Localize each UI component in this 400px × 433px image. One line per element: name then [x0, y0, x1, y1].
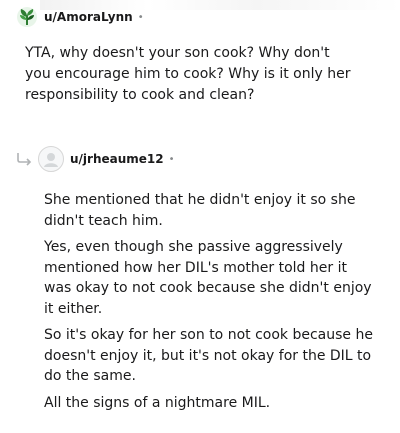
username[interactable]: u/AmoraLynn — [44, 10, 133, 24]
separator-dot: • — [168, 153, 175, 165]
reply-arrow-icon — [17, 153, 32, 166]
comment-body: YTA, why doesn't your son cook? Why don'… — [25, 45, 351, 103]
plant-avatar-icon[interactable] — [16, 6, 38, 28]
comment-body: She mentioned that he didn't enjoy it so… — [44, 190, 374, 413]
separator-dot: • — [137, 11, 144, 23]
comment-paragraph: Yes, even though she passive aggressivel… — [44, 239, 372, 317]
comment-paragraph: She mentioned that he didn't enjoy it so… — [44, 192, 356, 229]
comment-header: u/AmoraLynn • — [16, 6, 386, 28]
comment: u/AmoraLynn • YTA, why doesn't your son … — [16, 6, 386, 106]
username[interactable]: u/jrheaume12 — [70, 152, 164, 166]
comment-paragraph: So it's okay for her son to not cook bec… — [44, 327, 373, 384]
comment-header: u/jrheaume12 • — [14, 146, 394, 172]
comment-paragraph: All the signs of a nightmare MIL. — [44, 394, 271, 411]
reply-comment: u/jrheaume12 • She mentioned that he did… — [14, 146, 394, 419]
default-avatar-icon[interactable] — [38, 146, 64, 172]
